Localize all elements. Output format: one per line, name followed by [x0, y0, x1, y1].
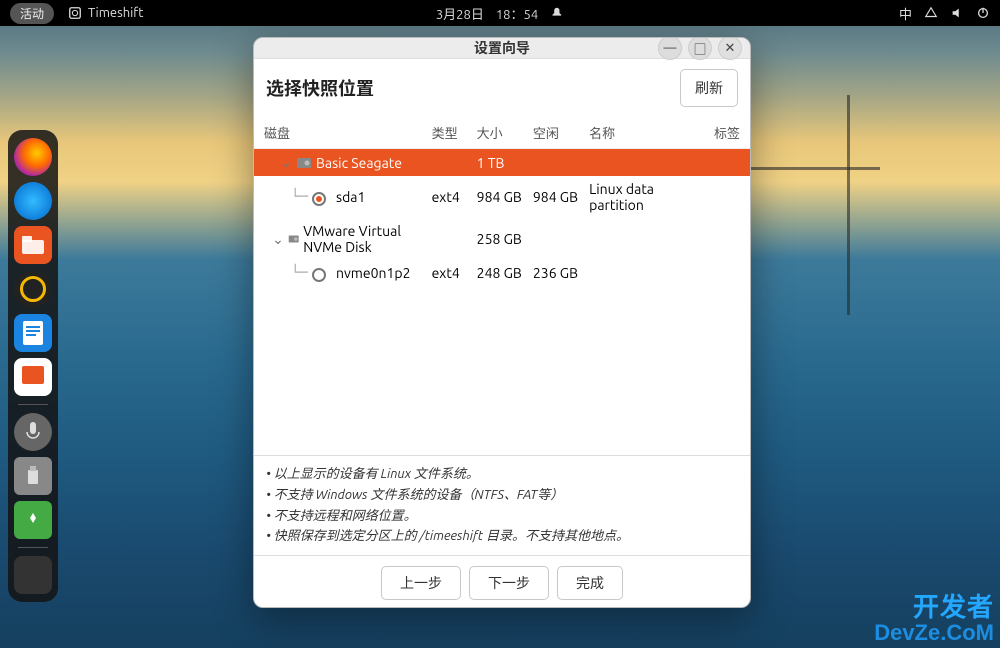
date-label: 3月28日 [436, 4, 484, 23]
mic-icon [26, 422, 40, 442]
tree-branch: └─ [264, 189, 308, 205]
col-name[interactable]: 名称 [585, 121, 706, 144]
tree-branch: └─ [264, 265, 308, 281]
col-label[interactable]: 标签 [706, 121, 744, 144]
partition-label: sda1 [336, 189, 365, 205]
cell-label [706, 161, 744, 165]
setup-wizard-window: 设置向导 — □ ✕ 选择快照位置 刷新 磁盘 类型 大小 空闲 名称 标签 ⌄… [253, 37, 751, 608]
note-line: 不支持远程和网络位置。 [266, 506, 738, 527]
volume-icon[interactable] [950, 6, 964, 20]
cell-size: 984 GB [473, 187, 529, 207]
col-type[interactable]: 类型 [428, 121, 473, 144]
dock-removable-drive[interactable] [14, 457, 52, 495]
partition-row[interactable]: └─sda1ext4984 GB984 GBLinux data partiti… [254, 176, 750, 218]
cell-type [428, 161, 473, 165]
snapshot-location-table: 磁盘 类型 大小 空闲 名称 标签 ⌄ Basic Seagate 1 TB └─ s… [254, 117, 750, 455]
disk-label: Basic Seagate [316, 155, 402, 171]
partition-radio[interactable] [312, 192, 326, 206]
dock-libreoffice-writer[interactable] [14, 314, 52, 352]
watermark-line1: 开发者 [874, 594, 994, 621]
col-size[interactable]: 大小 [473, 121, 529, 144]
time-label: 18：54 [496, 4, 538, 23]
table-body[interactable]: ⌄ Basic Seagate1 TB└─sda1ext4984 GB984 G… [254, 149, 750, 455]
disk-row[interactable]: ⌄ VMware Virtual NVMe Disk 258 GB [254, 218, 750, 260]
dock-trash[interactable] [14, 501, 52, 539]
col-free[interactable]: 空闲 [529, 121, 585, 144]
recycle-icon [24, 511, 42, 529]
cell-type [428, 237, 473, 241]
dock [8, 130, 58, 602]
harddisk-icon [288, 231, 299, 247]
document-icon [23, 321, 43, 345]
titlebar[interactable]: 设置向导 — □ ✕ [254, 38, 750, 59]
refresh-button[interactable]: 刷新 [680, 69, 738, 107]
expand-toggle[interactable]: ⌄ [264, 231, 284, 248]
dock-microphone[interactable] [14, 413, 52, 451]
note-line: 以上显示的设备有 Linux 文件系统。 [266, 464, 738, 485]
activities-button[interactable]: 活动 [10, 3, 54, 24]
finish-button[interactable]: 完成 [557, 566, 623, 600]
cell-size: 258 GB [473, 229, 529, 249]
cell-name [585, 161, 706, 165]
partition-radio[interactable] [312, 268, 326, 282]
page-heading: 选择快照位置 [266, 75, 374, 101]
disk-row[interactable]: ⌄ Basic Seagate 1 TB [254, 149, 750, 176]
cell-name [585, 237, 706, 241]
cell-free [529, 237, 585, 241]
folder-icon [22, 236, 44, 254]
next-button[interactable]: 下一步 [469, 566, 549, 600]
dock-files[interactable] [14, 226, 52, 264]
app-indicator-timeshift[interactable]: Timeshift [68, 6, 143, 20]
wallpaper-pier [760, 95, 880, 315]
notes-panel: 以上显示的设备有 Linux 文件系统。不支持 Windows 文件系统的设备（… [254, 455, 750, 555]
cell-label [706, 195, 744, 199]
dock-rhythmbox[interactable] [14, 270, 52, 308]
input-method-indicator[interactable]: 中 [899, 4, 912, 23]
top-panel: 活动 Timeshift 3月28日 18：54 中 [0, 0, 1000, 26]
cell-size: 1 TB [473, 153, 529, 173]
cell-name: Linux data partition [585, 179, 706, 215]
col-disk[interactable]: 磁盘 [260, 121, 428, 144]
partition-row[interactable]: └─ nvme0n1p2 ext4248 GB236 GB [254, 260, 750, 286]
table-header: 磁盘 类型 大小 空闲 名称 标签 [254, 117, 750, 149]
cell-free: 984 GB [529, 187, 585, 207]
note-line: 快照保存到选定分区上的 /timeeshift 目录。不支持其他地点。 [266, 526, 738, 547]
cell-type: ext4 [428, 187, 473, 207]
app-indicator-label: Timeshift [88, 6, 143, 20]
dock-separator-2 [18, 547, 48, 548]
cell-label [706, 237, 744, 241]
dock-thunderbird[interactable] [14, 182, 52, 220]
dock-show-apps[interactable] [14, 556, 52, 594]
cell-free: 236 GB [529, 263, 585, 283]
disk-label: VMware Virtual NVMe Disk [303, 223, 423, 255]
watermark-line2: DevZe.CoM [874, 621, 994, 644]
timeshift-icon [68, 6, 82, 20]
minimize-button[interactable]: — [658, 37, 682, 60]
maximize-button[interactable]: □ [688, 37, 712, 60]
prev-button[interactable]: 上一步 [381, 566, 461, 600]
dock-ubuntu-software[interactable] [14, 358, 52, 396]
dock-firefox[interactable] [14, 138, 52, 176]
expand-toggle[interactable]: ⌄ [264, 154, 292, 171]
clock-area[interactable]: 3月28日 18：54 [436, 4, 564, 23]
cell-free [529, 161, 585, 165]
close-button[interactable]: ✕ [718, 37, 742, 60]
partition-label: nvme0n1p2 [336, 265, 410, 281]
network-icon[interactable] [924, 6, 938, 20]
window-title: 设置向导 [474, 38, 530, 58]
cell-size: 248 GB [473, 263, 529, 283]
cell-type: ext4 [428, 263, 473, 283]
cell-label [706, 271, 744, 275]
wizard-footer: 上一步 下一步 完成 [254, 555, 750, 608]
usb-icon [26, 466, 40, 486]
note-line: 不支持 Windows 文件系统的设备（NTFS、FAT等） [266, 485, 738, 506]
notification-bell-icon [550, 6, 564, 20]
dock-separator [18, 404, 48, 405]
harddisk-icon [296, 155, 312, 171]
cell-name [585, 271, 706, 275]
power-icon[interactable] [976, 6, 990, 20]
watermark: 开发者 DevZe.CoM [874, 594, 994, 644]
